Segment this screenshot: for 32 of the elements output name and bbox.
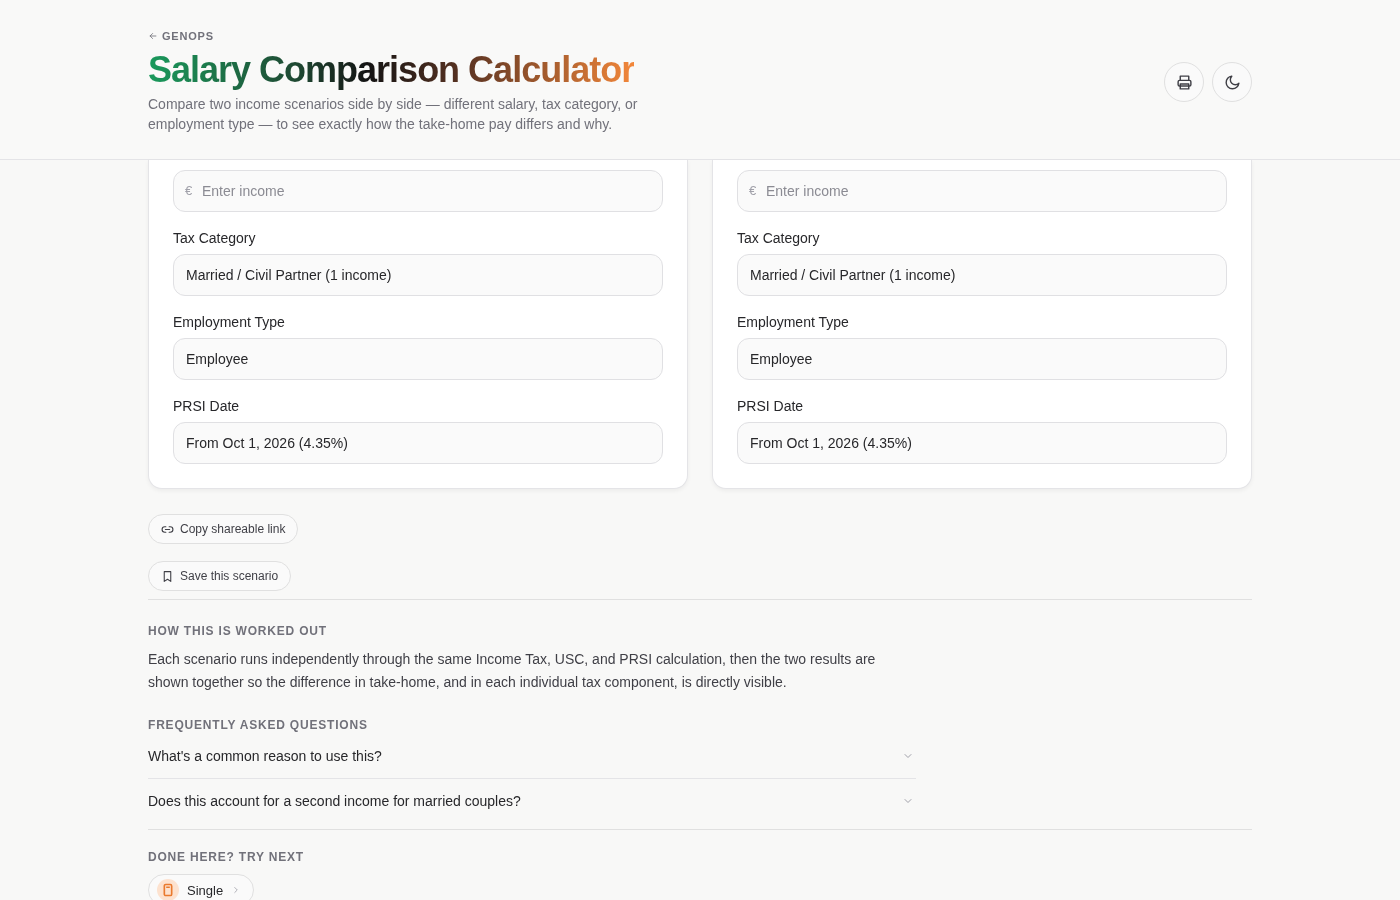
method-text: Each scenario runs independently through the same Income Tax, USC, and PRSI calculation, then the two results are shown together so the difference in take-home, and in each individual tax component, is directly visible. [148,650,877,692]
theme-toggle-button[interactable] [1212,62,1252,102]
select-field[interactable]: Married / Civil Partner (1 income) [737,254,1227,296]
print-button[interactable] [1164,62,1204,102]
arrow-left-icon [148,31,158,41]
moon-icon [1223,73,1241,91]
faq-item[interactable]: What's a common reason to use this? [148,734,916,778]
next-tool-link[interactable]: Single [148,874,255,900]
select-field[interactable]: Married / Civil Partner (1 income) [173,254,663,296]
field-label: Employment Type [737,314,850,330]
field-label: PRSI Date [737,398,805,414]
field-label: Tax Category [173,230,257,246]
back-link[interactable]: GENOPS [148,30,214,42]
select-field[interactable]: From Oct 1, 2026 (4.35%) [173,422,663,464]
currency-symbol: € [185,183,193,199]
field-label: Employment Type [173,314,286,330]
page-subtitle: Compare two income scenarios side by side — different salary, tax category, or employment type — to see exactly how the take-home pay differs and why. [148,95,639,134]
currency-symbol: € [749,183,757,199]
section-heading: FREQUENTLY ASKED QUESTIONS [148,718,369,732]
copy-link-button[interactable]: Copy shareable link [148,514,299,544]
select-field[interactable]: Employee [737,338,1227,380]
field-label: PRSI Date [173,398,241,414]
section-heading: DONE HERE? TRY NEXT [148,850,305,864]
bookmark-icon [161,569,174,583]
faq-item[interactable]: Does this account for a second income for married couples? [148,778,916,823]
save-button[interactable]: Save this scenario [148,561,292,591]
select-field[interactable]: Employee [173,338,663,380]
field-label: Tax Category [737,230,821,246]
calculator-icon [157,879,179,900]
section-heading: HOW THIS IS WORKED OUT [148,624,328,638]
printer-icon [1175,73,1193,91]
select-field[interactable]: From Oct 1, 2026 (4.35%) [737,422,1227,464]
